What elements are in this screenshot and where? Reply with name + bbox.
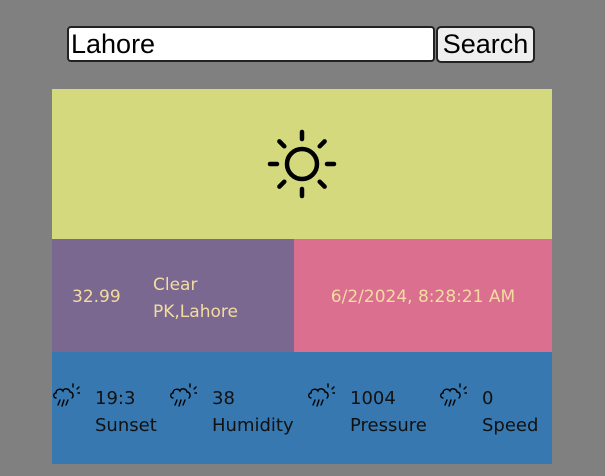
datetime-panel: 6/2/2024, 8:28:21 AM <box>294 239 552 352</box>
stat-value: 19:3 <box>95 388 136 409</box>
temperature-panel: 32.99 Clear PK,Lahore <box>52 239 294 352</box>
stat-label: Sunset <box>95 415 157 436</box>
temperature-value: 32.99 <box>72 287 121 307</box>
stat-text: 38 Humidity <box>212 385 294 439</box>
stat-label: Speed <box>482 415 539 436</box>
condition-block: Clear PK,Lahore <box>153 272 238 326</box>
rain-cloud-icon <box>53 383 80 407</box>
stat-value: 38 <box>212 388 235 409</box>
stat-value: 1004 <box>350 388 396 409</box>
sun-icon <box>267 129 337 199</box>
stat-text: 19:3 Sunset <box>95 385 157 439</box>
location-text: PK,Lahore <box>153 302 238 322</box>
stats-panel: 19:3 Sunset 38 Humidity 1004 Pressure 0 … <box>52 352 552 464</box>
weather-icon-panel <box>52 89 552 239</box>
datetime-text: 6/2/2024, 8:28:21 AM <box>330 287 516 307</box>
weather-card: 32.99 Clear PK,Lahore 6/2/2024, 8:28:21 … <box>52 89 552 464</box>
search-bar: Search <box>67 26 537 64</box>
stat-label: Humidity <box>212 415 294 436</box>
rain-cloud-icon <box>170 383 197 407</box>
stat-label: Pressure <box>350 415 427 436</box>
search-input[interactable] <box>67 26 435 62</box>
search-button[interactable]: Search <box>436 26 535 63</box>
rain-cloud-icon <box>308 383 335 407</box>
stat-text: 1004 Pressure <box>350 385 427 439</box>
rain-cloud-icon <box>440 383 467 407</box>
condition-text: Clear <box>153 275 198 295</box>
stat-value: 0 <box>482 388 494 409</box>
stat-text: 0 Speed <box>482 385 538 439</box>
